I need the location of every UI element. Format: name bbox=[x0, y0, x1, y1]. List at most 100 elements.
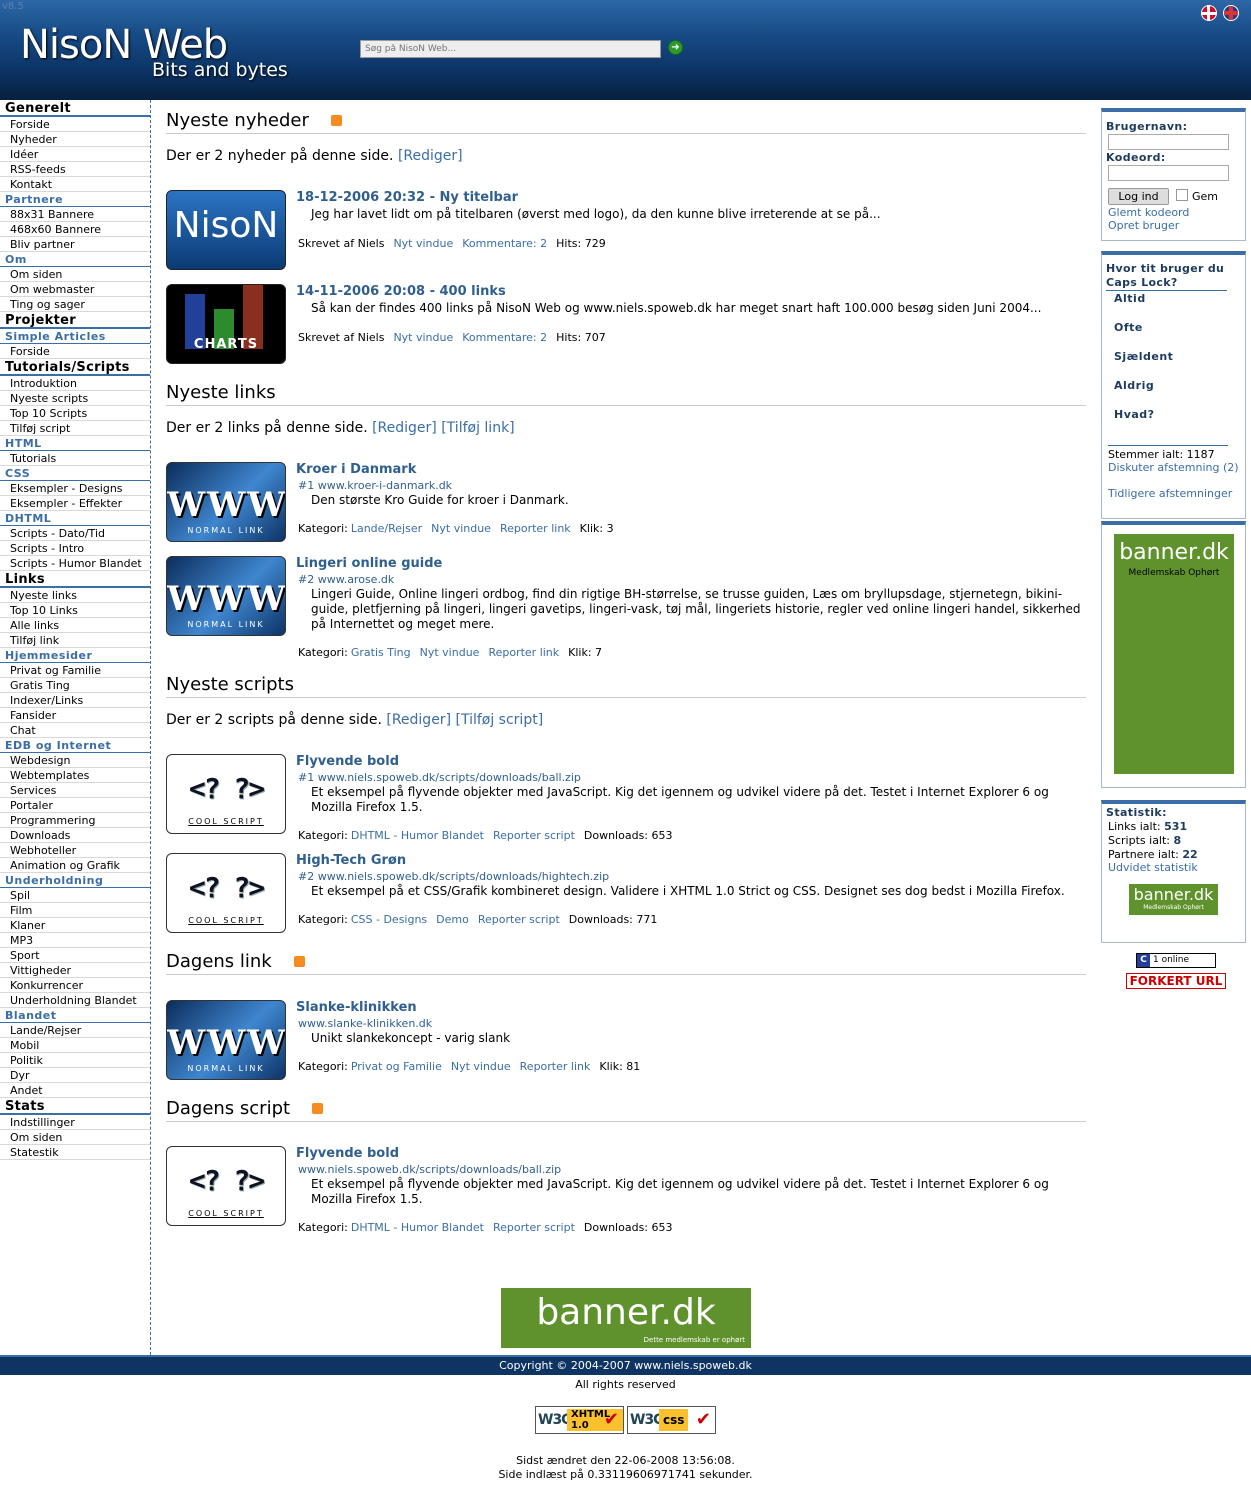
sidebar-item[interactable]: Tutorials bbox=[0, 451, 150, 466]
create-user-link[interactable]: Opret bruger bbox=[1108, 219, 1179, 232]
script-title[interactable]: Flyvende bold bbox=[296, 1146, 399, 1161]
category-link[interactable]: Privat og Familie bbox=[351, 1060, 442, 1073]
sidebar-item[interactable]: Forside bbox=[0, 344, 150, 359]
sidebar-item[interactable]: Om siden bbox=[0, 267, 150, 282]
rss-icon[interactable] bbox=[330, 114, 342, 126]
sidebar-item[interactable]: Nyheder bbox=[0, 132, 150, 147]
poll-option[interactable]: Sjældent bbox=[1114, 350, 1173, 363]
rss-icon[interactable] bbox=[312, 1102, 324, 1114]
link-url[interactable]: www.slanke-klinikken.dk bbox=[298, 1017, 432, 1030]
sidebar-item[interactable]: Kontakt bbox=[0, 177, 150, 192]
sidebar-item[interactable]: Chat bbox=[0, 723, 150, 738]
w3c-xhtml-badge[interactable]: W3C XHTML 1.0 ✔ bbox=[535, 1406, 624, 1434]
sidebar-item[interactable]: Scripts - Dato/Tid bbox=[0, 526, 150, 541]
danish-flag-icon[interactable] bbox=[1201, 5, 1217, 21]
link-thumbnail[interactable]: WWW NORMAL LINK bbox=[166, 1000, 286, 1080]
script-url[interactable]: #2 www.niels.spoweb.dk/scripts/downloads… bbox=[298, 870, 609, 883]
sidebar-item[interactable]: Mobil bbox=[0, 1038, 150, 1053]
sidebar-item[interactable]: Lande/Rejser bbox=[0, 1023, 150, 1038]
script-thumbnail[interactable]: <? ?> COOL SCRIPT bbox=[166, 754, 286, 834]
remember-checkbox[interactable] bbox=[1176, 189, 1188, 201]
sidebar-item[interactable]: RSS-feeds bbox=[0, 162, 150, 177]
report-link[interactable]: Reporter link bbox=[488, 646, 559, 659]
link-thumbnail[interactable]: WWW NORMAL LINK bbox=[166, 556, 286, 636]
sidebar-item[interactable]: Services bbox=[0, 783, 150, 798]
sidebar-item[interactable]: Eksempler - Effekter bbox=[0, 496, 150, 511]
sidebar-item[interactable]: Underholdning Blandet bbox=[0, 993, 150, 1008]
sidebar-item[interactable]: Indstillinger bbox=[0, 1115, 150, 1130]
sidebar-item[interactable]: Webhoteller bbox=[0, 843, 150, 858]
poll-discuss-link[interactable]: Diskuter afstemning (2) bbox=[1108, 461, 1239, 474]
wrong-url-badge[interactable]: FORKERT URL bbox=[1126, 973, 1226, 989]
sidebar-item[interactable]: Introduktion bbox=[0, 376, 150, 391]
news-title-link[interactable]: 14-11-2006 20:08 - 400 links bbox=[296, 284, 506, 299]
english-flag-icon[interactable] bbox=[1223, 5, 1239, 21]
sidebar-item[interactable]: Vittigheder bbox=[0, 963, 150, 978]
sidebar-item[interactable]: Om webmaster bbox=[0, 282, 150, 297]
scripts-add-link[interactable]: [Tilføj script] bbox=[455, 712, 543, 728]
poll-option[interactable]: Ofte bbox=[1114, 321, 1143, 334]
report-link[interactable]: Reporter link bbox=[500, 522, 571, 535]
sidebar-item[interactable]: Politik bbox=[0, 1053, 150, 1068]
sidebar-item[interactable]: Andet bbox=[0, 1083, 150, 1098]
link-url[interactable]: #2 www.arose.dk bbox=[298, 573, 394, 586]
news-edit-link[interactable]: [Rediger] bbox=[398, 148, 463, 164]
new-window-link[interactable]: Nyt vindue bbox=[431, 522, 491, 535]
sidebar-item[interactable]: Indexer/Links bbox=[0, 693, 150, 708]
script-url[interactable]: www.niels.spoweb.dk/scripts/downloads/ba… bbox=[298, 1163, 561, 1176]
sidebar-item[interactable]: Film bbox=[0, 903, 150, 918]
link-url[interactable]: #1 www.kroer-i-danmark.dk bbox=[298, 479, 452, 492]
link-title[interactable]: Slanke-klinikken bbox=[296, 1000, 417, 1015]
category-link[interactable]: CSS - Designs bbox=[351, 913, 427, 926]
sidebar-item[interactable]: Scripts - Humor Blandet bbox=[0, 556, 150, 571]
password-input[interactable] bbox=[1108, 165, 1229, 181]
sidebar-item[interactable]: Idéer bbox=[0, 147, 150, 162]
report-link[interactable]: Reporter script bbox=[493, 1221, 575, 1234]
category-link[interactable]: Gratis Ting bbox=[351, 646, 411, 659]
script-thumbnail[interactable]: <? ?> COOL SCRIPT bbox=[166, 853, 286, 933]
sidebar-item[interactable]: Ting og sager bbox=[0, 297, 150, 312]
sidebar-item[interactable]: Sport bbox=[0, 948, 150, 963]
sidebar-item[interactable]: Privat og Familie bbox=[0, 663, 150, 678]
rss-icon[interactable] bbox=[293, 955, 305, 967]
sidebar-item[interactable]: Fansider bbox=[0, 708, 150, 723]
extended-stats-link[interactable]: Udvidet statistik bbox=[1108, 861, 1198, 874]
sidebar-item[interactable]: Statestik bbox=[0, 1145, 150, 1160]
sidebar-item[interactable]: MP3 bbox=[0, 933, 150, 948]
sidebar-item[interactable]: Scripts - Intro bbox=[0, 541, 150, 556]
comments-link[interactable]: Kommentare: 2 bbox=[462, 237, 547, 250]
search-input[interactable] bbox=[360, 40, 661, 58]
sidebar-item[interactable]: Bliv partner bbox=[0, 237, 150, 252]
report-link[interactable]: Reporter link bbox=[520, 1060, 591, 1073]
category-link[interactable]: DHTML - Humor Blandet bbox=[351, 829, 484, 842]
sidebar-item[interactable]: 88x31 Bannere bbox=[0, 207, 150, 222]
news-thumbnail[interactable]: NisoN bbox=[166, 190, 286, 270]
news-title-link[interactable]: 18-12-2006 20:32 - Ny titelbar bbox=[296, 190, 518, 205]
news-thumbnail[interactable]: CHARTS bbox=[166, 284, 286, 364]
link-thumbnail[interactable]: WWW NORMAL LINK bbox=[166, 462, 286, 542]
script-thumbnail[interactable]: <? ?> COOL SCRIPT bbox=[166, 1146, 286, 1226]
previous-polls-link[interactable]: Tidligere afstemninger bbox=[1108, 487, 1232, 500]
script-title[interactable]: High-Tech Grøn bbox=[296, 853, 406, 868]
new-window-link[interactable]: Nyt vindue bbox=[420, 646, 480, 659]
sidebar-item[interactable]: Gratis Ting bbox=[0, 678, 150, 693]
comments-link[interactable]: Kommentare: 2 bbox=[462, 331, 547, 344]
sidebar-item[interactable]: Konkurrencer bbox=[0, 978, 150, 993]
category-link[interactable]: Lande/Rejser bbox=[351, 522, 422, 535]
side-banner[interactable]: banner.dk Medlemskab Ophørt bbox=[1114, 534, 1234, 774]
sidebar-item[interactable]: Nyeste scripts bbox=[0, 391, 150, 406]
sidebar-item[interactable]: Klaner bbox=[0, 918, 150, 933]
poll-option[interactable]: Altid bbox=[1114, 292, 1146, 305]
sidebar-item[interactable]: Animation og Grafik bbox=[0, 858, 150, 873]
w3c-css-badge[interactable]: W3C css ✔ bbox=[627, 1406, 716, 1434]
sidebar-item[interactable]: Dyr bbox=[0, 1068, 150, 1083]
demo-link[interactable]: Demo bbox=[436, 913, 469, 926]
category-link[interactable]: DHTML - Humor Blandet bbox=[351, 1221, 484, 1234]
poll-option[interactable]: Hvad? bbox=[1114, 408, 1155, 421]
sidebar-item[interactable]: Downloads bbox=[0, 828, 150, 843]
bottom-banner[interactable]: banner.dk Dette medlemskab er ophørt bbox=[501, 1288, 751, 1348]
links-add-link[interactable]: [Tilføj link] bbox=[441, 420, 514, 436]
search-go-icon[interactable]: ➜ bbox=[668, 40, 683, 55]
sidebar-item[interactable]: Webdesign bbox=[0, 753, 150, 768]
sidebar-item[interactable]: Tilføj script bbox=[0, 421, 150, 436]
